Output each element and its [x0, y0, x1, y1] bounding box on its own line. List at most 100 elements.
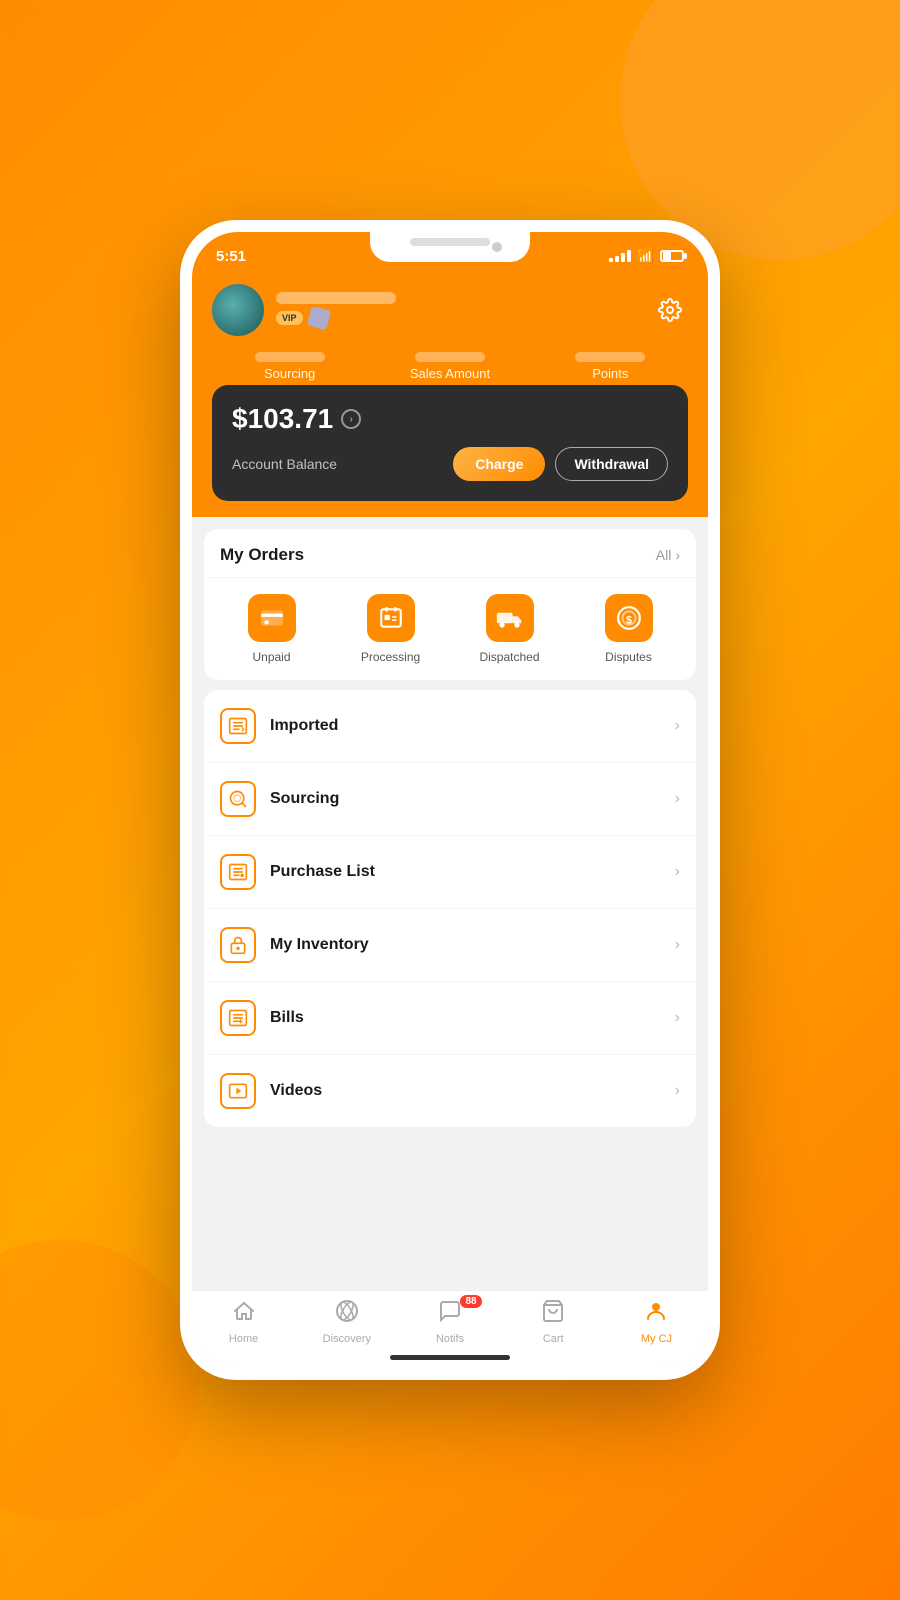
nav-home-label: Home	[229, 1333, 258, 1345]
purchase-list-chevron: ›	[675, 863, 680, 881]
home-indicator	[390, 1355, 510, 1360]
profile-left: VIP	[212, 284, 396, 336]
sourcing-icon	[220, 781, 256, 817]
balance-card: $103.71 › Account Balance Charge Withdra…	[212, 385, 688, 501]
notch	[370, 232, 530, 262]
orders-header: My Orders All ›	[204, 529, 696, 578]
menu-videos-left: Videos	[220, 1073, 322, 1109]
my-inventory-chevron: ›	[675, 936, 680, 954]
dispatched-icon	[486, 594, 534, 642]
unpaid-icon	[248, 594, 296, 642]
order-unpaid[interactable]: Unpaid	[212, 594, 331, 664]
order-dispatched[interactable]: Dispatched	[450, 594, 569, 664]
disputes-icon: $	[605, 594, 653, 642]
menu-item-purchase-list[interactable]: Purchase List ›	[204, 836, 696, 909]
order-unpaid-label: Unpaid	[252, 650, 290, 664]
discovery-icon	[335, 1299, 359, 1329]
bills-label: Bills	[270, 1009, 304, 1027]
bills-icon	[220, 1000, 256, 1036]
svg-text:$: $	[625, 614, 631, 626]
status-time: 5:51	[216, 248, 246, 265]
videos-chevron: ›	[675, 1082, 680, 1100]
settings-button[interactable]	[652, 292, 688, 328]
purchase-list-label: Purchase List	[270, 863, 375, 881]
charge-button[interactable]: Charge	[453, 447, 545, 481]
orders-title: My Orders	[220, 545, 304, 565]
balance-label: Account Balance	[232, 456, 337, 472]
purchase-list-icon	[220, 854, 256, 890]
status-icons: 📶	[609, 248, 684, 265]
stat-sourcing[interactable]: Sourcing	[255, 352, 325, 381]
videos-icon	[220, 1073, 256, 1109]
home-icon	[232, 1299, 256, 1329]
menu-item-imported[interactable]: Imported ›	[204, 690, 696, 763]
battery-icon	[660, 250, 684, 262]
balance-buttons: Charge Withdrawal	[453, 447, 668, 481]
stat-points-label: Points	[592, 366, 628, 381]
menu-purchase-left: Purchase List	[220, 854, 375, 890]
menu-card: Imported › Sourcing	[204, 690, 696, 1127]
signal-icon	[609, 250, 631, 262]
profile-info: VIP	[276, 292, 396, 328]
nav-cart[interactable]: Cart	[502, 1299, 605, 1345]
crystal-badge	[306, 306, 330, 330]
menu-item-sourcing[interactable]: Sourcing ›	[204, 763, 696, 836]
processing-icon	[367, 594, 415, 642]
order-disputes-label: Disputes	[605, 650, 652, 664]
stats-row: Sourcing Sales Amount Points	[212, 352, 688, 381]
stat-points[interactable]: Points	[575, 352, 645, 381]
stat-sales-label: Sales Amount	[410, 366, 490, 381]
notifs-icon	[438, 1299, 462, 1329]
order-processing[interactable]: Processing	[331, 594, 450, 664]
my-orders-card: My Orders All ›	[204, 529, 696, 680]
orders-all-button[interactable]: All ›	[656, 547, 680, 563]
menu-item-videos[interactable]: Videos ›	[204, 1055, 696, 1127]
phone-screen: 5:51 📶	[192, 232, 708, 1368]
order-processing-label: Processing	[361, 650, 420, 664]
stat-sales-value	[415, 352, 485, 362]
profile-row: VIP	[212, 284, 688, 336]
balance-arrow-icon[interactable]: ›	[341, 409, 361, 429]
menu-item-bills[interactable]: Bills ›	[204, 982, 696, 1055]
sourcing-label: Sourcing	[270, 790, 339, 808]
nav-discovery[interactable]: Discovery	[295, 1299, 398, 1345]
balance-amount: $103.71	[232, 403, 333, 435]
sourcing-chevron: ›	[675, 790, 680, 808]
nav-notifs-label: Notifs	[436, 1333, 464, 1345]
orders-all-chevron: ›	[675, 547, 680, 563]
imported-label: Imported	[270, 717, 338, 735]
profile-badges: VIP	[276, 308, 396, 328]
profile-name-blur	[276, 292, 396, 304]
menu-inventory-left: My Inventory	[220, 927, 369, 963]
videos-label: Videos	[270, 1082, 322, 1100]
nav-mycj-label: My CJ	[641, 1333, 672, 1345]
bottom-nav: Home Discovery 88	[192, 1290, 708, 1368]
nav-home[interactable]: Home	[192, 1299, 295, 1345]
order-dispatched-label: Dispatched	[479, 650, 539, 664]
order-disputes[interactable]: $ Disputes	[569, 594, 688, 664]
stat-sourcing-value	[255, 352, 325, 362]
cart-icon	[541, 1299, 565, 1329]
nav-discovery-label: Discovery	[323, 1333, 371, 1345]
stat-sales[interactable]: Sales Amount	[410, 352, 490, 381]
orders-all-label: All	[656, 547, 672, 563]
orders-grid: Unpaid Processing	[204, 578, 696, 680]
menu-bills-left: Bills	[220, 1000, 304, 1036]
balance-actions: Account Balance Charge Withdrawal	[232, 447, 668, 481]
notif-badge: 88	[460, 1295, 481, 1308]
menu-imported-left: Imported	[220, 708, 338, 744]
vip-badge: VIP	[276, 311, 303, 325]
imported-chevron: ›	[675, 717, 680, 735]
scroll-content: My Orders All ›	[192, 517, 708, 1290]
avatar[interactable]	[212, 284, 264, 336]
nav-mycj[interactable]: My CJ	[605, 1299, 708, 1345]
my-inventory-label: My Inventory	[270, 936, 369, 954]
bills-chevron: ›	[675, 1009, 680, 1027]
menu-item-my-inventory[interactable]: My Inventory ›	[204, 909, 696, 982]
wifi-icon: 📶	[637, 248, 654, 265]
header-section: VIP Sourcing	[192, 276, 708, 517]
mycj-icon	[644, 1299, 668, 1329]
nav-notifs[interactable]: 88 Notifs	[398, 1299, 501, 1345]
withdrawal-button[interactable]: Withdrawal	[555, 447, 668, 481]
phone-frame: 5:51 📶	[180, 220, 720, 1380]
